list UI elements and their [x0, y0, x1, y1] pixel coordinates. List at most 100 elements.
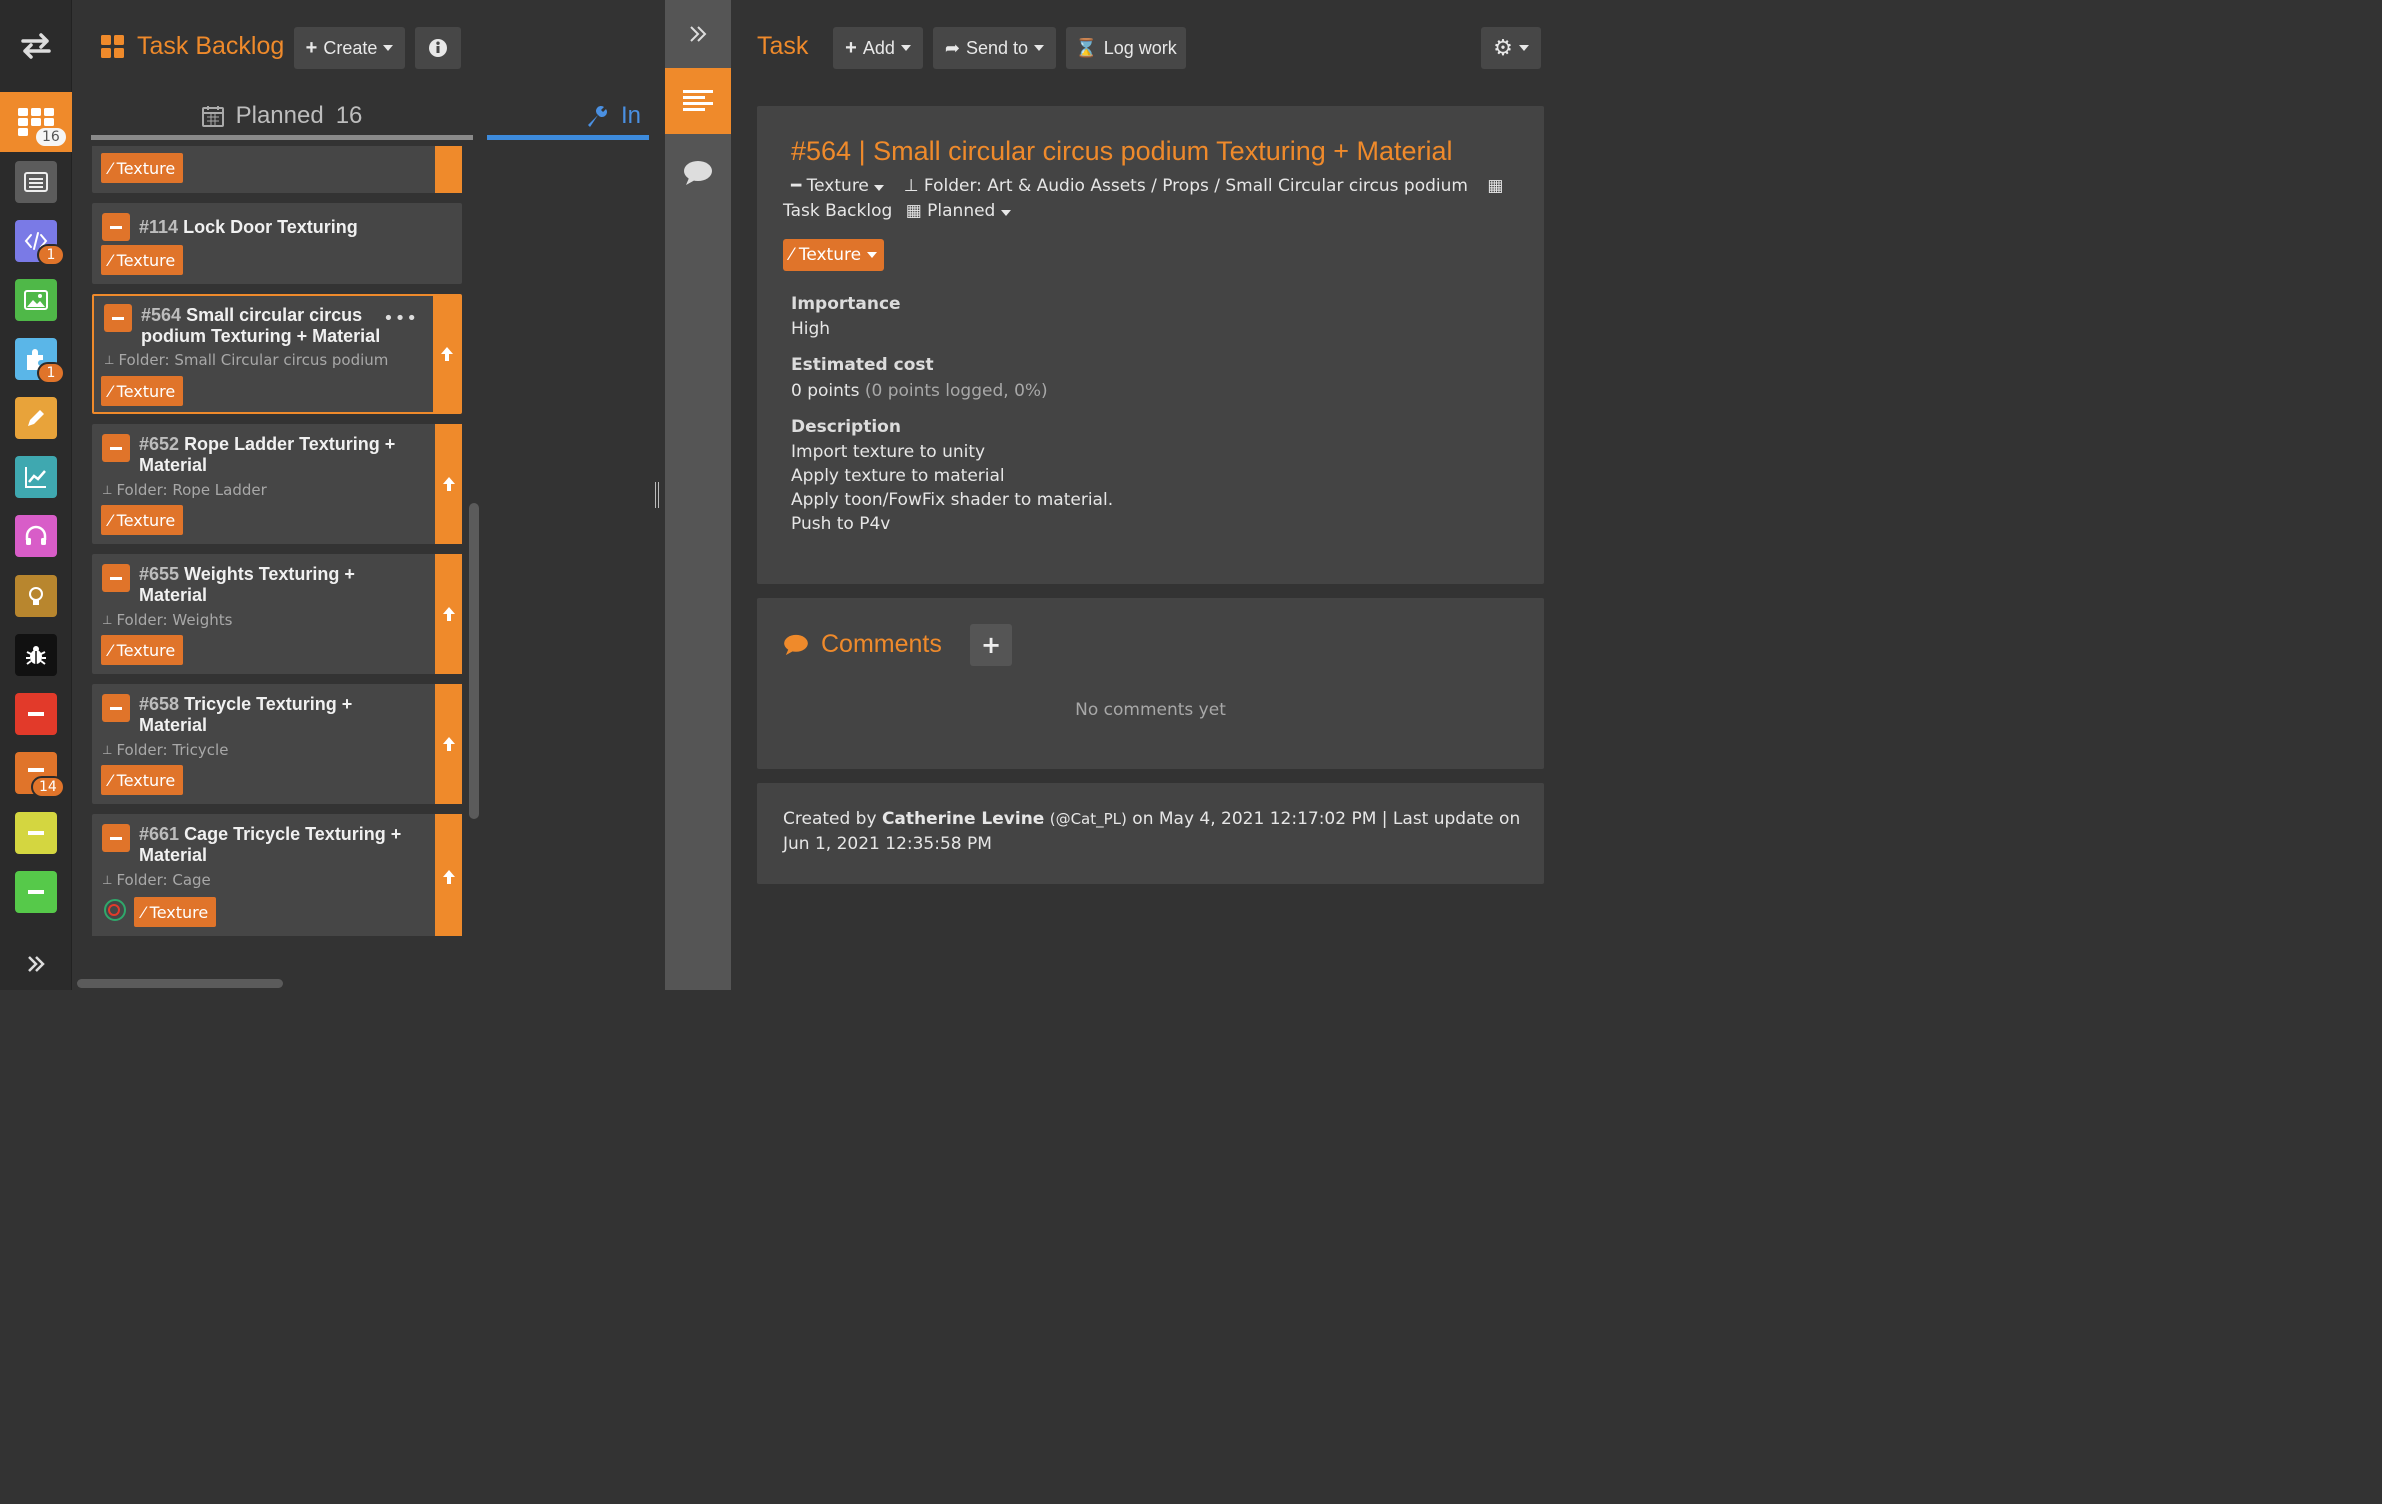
create-button[interactable]: + Create	[294, 27, 405, 69]
panel-resize-handle[interactable]	[655, 482, 659, 508]
rail-images-button[interactable]	[15, 279, 57, 321]
send-to-button[interactable]: ➦ Send to	[933, 27, 1056, 69]
gear-icon: ⚙	[1493, 35, 1513, 60]
description-line: Push to P4v	[791, 514, 891, 534]
magic-wand-icon: ⁄	[109, 770, 112, 790]
share-arrow-icon: ➦	[944, 37, 961, 58]
description-line: Apply texture to material	[791, 466, 1005, 486]
magic-wand-icon: ⁄	[109, 510, 112, 530]
estimated-cost-value: 0 points (0 points logged, 0%)	[791, 379, 1048, 403]
rail-orange-tasks-button[interactable]: 14	[15, 752, 65, 798]
rail-plugins-button[interactable]: 1	[15, 338, 65, 384]
expand-sidebar-button[interactable]	[0, 938, 72, 990]
task-type-dropdown[interactable]: ━ Texture	[791, 176, 885, 196]
magic-wand-icon: ⁄	[109, 640, 112, 660]
lightbulb-icon	[29, 587, 43, 605]
task-card[interactable]: #114 Lock Door Texturing ⁄ Texture	[92, 203, 462, 284]
task-tag[interactable]: ⁄ Texture	[134, 897, 217, 927]
tab-in-progress[interactable]: In	[487, 96, 649, 140]
task-card[interactable]: ⁄ Texture	[92, 146, 462, 193]
add-comment-button[interactable]: +	[970, 624, 1012, 666]
rail-yellow-tasks-button[interactable]	[15, 812, 57, 854]
rail-analytics-button[interactable]	[15, 456, 57, 498]
task-card[interactable]: #661 Cage Tricycle Texturing + Material …	[92, 814, 462, 936]
backlog-panel: Task Backlog + Create Planned 16 In ⁄ Te…	[73, 0, 665, 990]
comment-icon	[684, 161, 712, 185]
collapse-panel-button[interactable]	[665, 0, 731, 68]
hourglass-icon: ⌛	[1075, 37, 1098, 58]
arrow-up-icon	[442, 737, 455, 751]
double-chevron-right-icon	[690, 26, 707, 42]
task-tag[interactable]: ⁄ Texture	[101, 635, 184, 665]
rail-code-button[interactable]: 1	[15, 220, 65, 266]
add-button[interactable]: + Add	[833, 27, 923, 69]
assignee-avatar[interactable]	[103, 898, 127, 922]
details-view-button[interactable]	[665, 68, 731, 134]
task-card-list: ⁄ Texture #114 Lock Door Texturing ⁄ Tex…	[92, 146, 464, 936]
task-tag-label: Texture	[116, 510, 176, 530]
minus-icon: ━	[791, 176, 802, 196]
info-button[interactable]	[415, 27, 461, 69]
task-tag-dropdown[interactable]: ⁄ Texture	[783, 239, 885, 271]
headphones-icon	[25, 525, 47, 545]
task-card-title: #114 Lock Door Texturing	[139, 217, 452, 238]
task-card[interactable]: #658 Tricycle Texturing + Material ⊥ Fol…	[92, 684, 462, 804]
move-up-button[interactable]	[435, 684, 462, 804]
backlog-tabs: Planned 16 In	[91, 96, 651, 142]
description-line: Apply toon/FowFix shader to material.	[791, 490, 1114, 510]
estimated-cost-note: (0 points logged, 0%)	[864, 381, 1048, 401]
task-tag[interactable]: ⁄ Texture	[101, 376, 184, 406]
task-tag[interactable]: ⁄ Texture	[101, 765, 184, 795]
rail-red-tasks-button[interactable]	[15, 693, 57, 735]
switch-project-button[interactable]	[0, 0, 72, 92]
wrench-icon	[587, 105, 607, 127]
move-up-button[interactable]	[433, 296, 460, 412]
more-options-icon[interactable]: •••	[383, 308, 418, 329]
rail-audio-button[interactable]	[15, 515, 57, 557]
create-label: Create	[323, 37, 378, 58]
settings-button[interactable]: ⚙	[1481, 27, 1541, 69]
move-up-button[interactable]	[435, 424, 462, 544]
rail-design-button[interactable]	[15, 397, 57, 439]
sitemap-icon: ⊥	[102, 873, 113, 887]
app-sidebar: 16 1 1 14	[0, 0, 72, 990]
task-tag[interactable]: ⁄ Texture	[101, 245, 184, 275]
grid-icon	[101, 34, 124, 58]
move-up-button[interactable]	[435, 554, 462, 674]
task-card-folder-label: Folder: Tricycle	[116, 741, 229, 759]
comments-view-button[interactable]	[665, 150, 731, 196]
log-work-button[interactable]: ⌛ Log work	[1066, 27, 1186, 69]
task-card[interactable]: #655 Weights Texturing + Material ⊥ Fold…	[92, 554, 462, 674]
rail-board-button[interactable]	[15, 161, 57, 203]
author-name[interactable]: Catherine Levine	[882, 809, 1044, 829]
created-by-prefix: Created by	[783, 809, 877, 829]
rail-bugs-button[interactable]	[15, 634, 57, 676]
task-card-number: #655	[139, 564, 180, 584]
importance-label: Importance	[791, 294, 901, 314]
task-folder-link[interactable]: ⊥ Folder: Art & Audio Assets / Props / S…	[904, 176, 1468, 196]
card-list-scrollbar[interactable]	[469, 503, 479, 819]
tab-planned[interactable]: Planned 16	[91, 96, 473, 140]
rail-green-tasks-button[interactable]	[15, 871, 57, 913]
task-tag-label: Texture	[116, 381, 176, 401]
task-tag-label: Texture	[116, 250, 176, 270]
priority-minus-icon	[102, 694, 130, 722]
task-panel-title: Task	[757, 32, 809, 60]
arrow-up-icon	[442, 477, 455, 491]
task-status-label: Planned	[927, 201, 996, 221]
rail-ideas-button[interactable]	[15, 575, 57, 617]
task-card[interactable]: #652 Rope Ladder Texturing + Material ⊥ …	[92, 424, 462, 544]
task-tag-label: Texture	[149, 902, 209, 922]
task-status-dropdown[interactable]: ▦ Planned	[906, 201, 1011, 221]
task-tag[interactable]: ⁄ Texture	[101, 505, 184, 535]
rail-backlog-button[interactable]: 16	[0, 92, 72, 152]
priority-minus-icon	[102, 213, 130, 241]
task-info-card: #564 | Small circular circus podium Text…	[757, 106, 1544, 584]
horizontal-scrollbar[interactable]	[77, 979, 283, 988]
move-up-button[interactable]	[435, 814, 462, 936]
minus-icon	[28, 890, 44, 894]
task-tag[interactable]: ⁄ Texture	[101, 153, 184, 183]
list-panel-icon	[24, 172, 48, 192]
task-card-name: Cage Tricycle Texturing + Material	[139, 824, 402, 865]
task-card-selected[interactable]: #564 Small circular circus podium Textur…	[92, 294, 462, 414]
